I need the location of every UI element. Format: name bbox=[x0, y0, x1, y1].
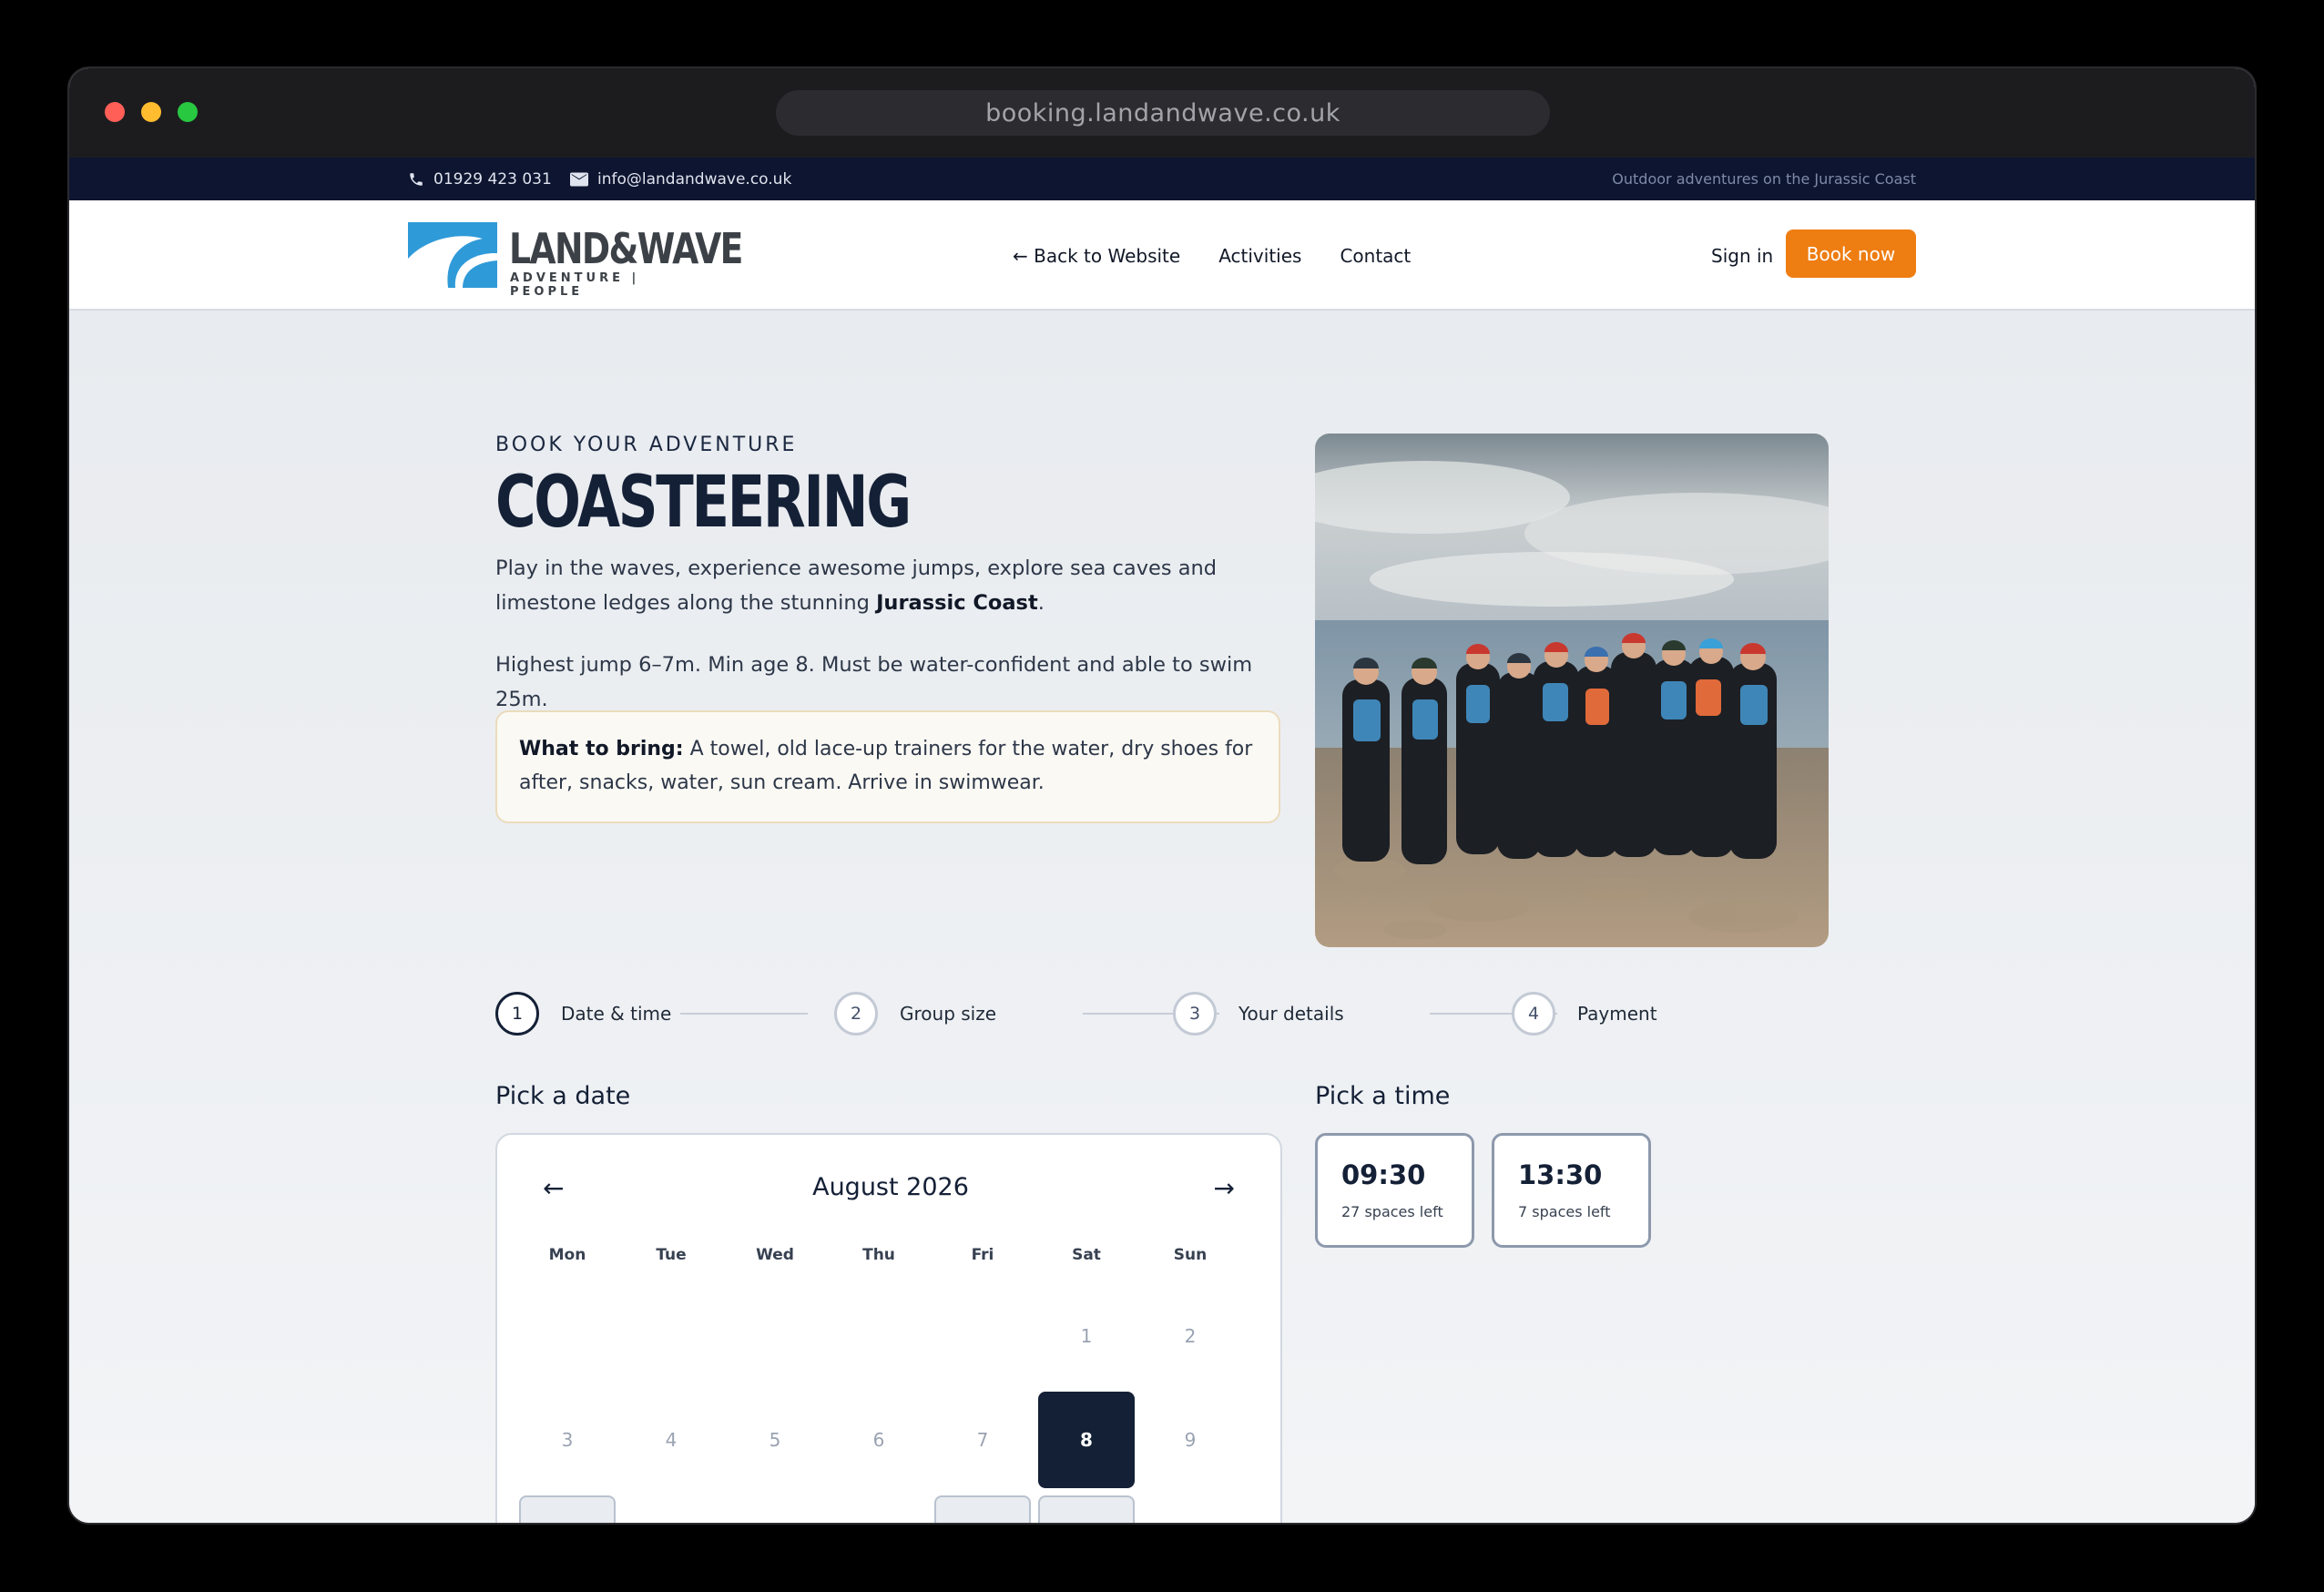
nav-back-to-website[interactable]: ← Back to Website bbox=[1013, 245, 1180, 267]
close-window-button[interactable] bbox=[105, 102, 125, 122]
wave-logo-icon bbox=[408, 222, 497, 288]
step-number: 1 bbox=[495, 992, 539, 1036]
weekday-header: Fri bbox=[971, 1246, 994, 1264]
slot-spaces: 27 spaces left bbox=[1341, 1203, 1443, 1220]
logo-wordmark: LAND&WAVE bbox=[509, 224, 743, 273]
step-number: 4 bbox=[1512, 992, 1555, 1036]
calendar-day[interactable]: 8 bbox=[1038, 1392, 1135, 1488]
step-label: Payment bbox=[1577, 1003, 1657, 1025]
step-label: Group size bbox=[900, 1003, 997, 1025]
group-photo-illustration bbox=[1315, 434, 1829, 947]
email-contact[interactable]: info@landandwave.co.uk bbox=[570, 158, 791, 200]
calendar-month-label: August 2026 bbox=[812, 1173, 969, 1201]
step-group-size[interactable]: 2 Group size bbox=[834, 992, 996, 1036]
description-text: Play in the waves, experience awesome ju… bbox=[495, 556, 1218, 615]
page-title: COASTEERING bbox=[495, 462, 912, 544]
tagline: Outdoor adventures on the Jurassic Coast bbox=[1612, 170, 1916, 188]
book-now-button[interactable]: Book now bbox=[1786, 230, 1916, 278]
weekday-header: Tue bbox=[656, 1246, 687, 1264]
calendar-day[interactable]: 15 bbox=[1038, 1495, 1135, 1523]
browser-window: booking.landandwave.co.uk 01929 423 031 … bbox=[69, 68, 2255, 1523]
nav-activities[interactable]: Activities bbox=[1218, 245, 1301, 267]
site-header: LAND&WAVE ADVENTURE | PEOPLE ← Back to W… bbox=[69, 200, 2255, 311]
contact-strip: 01929 423 031 info@landandwave.co.uk Out… bbox=[69, 158, 2255, 200]
booking-stepper: 1 Date & time 2 Group size 3 Your detail… bbox=[495, 992, 1770, 1037]
step-payment[interactable]: 4 Payment bbox=[1512, 992, 1657, 1036]
activity-photo bbox=[1315, 434, 1829, 947]
what-to-bring-label: What to bring: bbox=[519, 738, 684, 760]
calendar-day: 1 bbox=[1080, 1325, 1093, 1347]
what-to-bring-box: What to bring: A towel, old lace-up trai… bbox=[495, 710, 1280, 823]
step-label: Date & time bbox=[561, 1003, 672, 1025]
calendar-day: 12 bbox=[727, 1495, 823, 1523]
pick-time-heading: Pick a time bbox=[1315, 1082, 1451, 1110]
step-label: Your details bbox=[1238, 1003, 1344, 1025]
calendar-day: 4 bbox=[665, 1429, 678, 1451]
date-calendar: ← August 2026 → Mon Tue Wed Thu Fri Sat Sun 1 2 3… bbox=[495, 1133, 1282, 1523]
calendar-day: 7 bbox=[976, 1429, 989, 1451]
envelope-icon bbox=[570, 172, 588, 186]
slot-spaces: 7 spaces left bbox=[1518, 1203, 1611, 1220]
maximize-window-button[interactable] bbox=[178, 102, 198, 122]
calendar-day: 13 bbox=[831, 1495, 927, 1523]
sign-in-link[interactable]: Sign in bbox=[1711, 200, 1773, 311]
address-bar[interactable]: booking.landandwave.co.uk bbox=[776, 90, 1550, 136]
land-and-wave-logo[interactable]: LAND&WAVE ADVENTURE | PEOPLE bbox=[408, 222, 743, 299]
minimize-window-button[interactable] bbox=[141, 102, 161, 122]
booking-page: BOOK YOUR ADVENTURE COASTEERING Play in … bbox=[69, 311, 2255, 1523]
phone-contact[interactable]: 01929 423 031 bbox=[408, 158, 552, 200]
step-your-details[interactable]: 3 Your details bbox=[1173, 992, 1344, 1036]
step-date-time[interactable]: 1 Date & time bbox=[495, 992, 671, 1036]
calendar-day: 16 bbox=[1142, 1495, 1238, 1523]
weekday-header: Thu bbox=[862, 1246, 895, 1264]
email-address: info@landandwave.co.uk bbox=[597, 169, 792, 189]
weekday-header: Sat bbox=[1072, 1246, 1101, 1264]
calendar-day: 2 bbox=[1184, 1325, 1197, 1347]
description-end: . bbox=[1037, 591, 1045, 615]
weekday-header: Mon bbox=[548, 1246, 586, 1264]
calendar-day: 6 bbox=[872, 1429, 885, 1451]
step-connector bbox=[680, 1013, 808, 1015]
calendar-day: 11 bbox=[623, 1495, 719, 1523]
main-nav: ← Back to Website Activities Contact bbox=[1013, 200, 1411, 311]
nav-contact[interactable]: Contact bbox=[1340, 245, 1411, 267]
weekday-header: Sun bbox=[1173, 1246, 1208, 1264]
time-slot-0930[interactable]: 09:30 27 spaces left bbox=[1315, 1133, 1474, 1248]
calendar-day: 3 bbox=[561, 1429, 574, 1451]
step-number: 3 bbox=[1173, 992, 1217, 1036]
phone-number: 01929 423 031 bbox=[433, 169, 552, 189]
browser-titlebar: booking.landandwave.co.uk bbox=[69, 68, 2255, 158]
description-highlight: Jurassic Coast bbox=[876, 591, 1038, 615]
calendar-day[interactable]: 14 bbox=[934, 1495, 1031, 1523]
activity-requirements: Highest jump 6–7m. Min age 8. Must be wa… bbox=[495, 653, 1253, 711]
logo-subtitle: ADVENTURE | PEOPLE bbox=[510, 271, 640, 299]
weekday-header: Wed bbox=[756, 1246, 794, 1264]
phone-icon bbox=[410, 172, 423, 186]
step-number: 2 bbox=[834, 992, 878, 1036]
time-slot-1330[interactable]: 13:30 7 spaces left bbox=[1492, 1133, 1651, 1248]
next-month-arrow-icon[interactable]: → bbox=[1214, 1173, 1235, 1203]
calendar-day: 9 bbox=[1184, 1429, 1197, 1451]
calendar-day: 5 bbox=[769, 1429, 781, 1451]
activity-description: Play in the waves, experience awesome ju… bbox=[495, 551, 1288, 620]
pick-date-heading: Pick a date bbox=[495, 1082, 631, 1110]
slot-time: 13:30 bbox=[1518, 1159, 1603, 1190]
calendar-day[interactable]: 10 bbox=[519, 1495, 616, 1523]
page-eyebrow: BOOK YOUR ADVENTURE bbox=[495, 434, 798, 456]
slot-time: 09:30 bbox=[1341, 1159, 1426, 1190]
